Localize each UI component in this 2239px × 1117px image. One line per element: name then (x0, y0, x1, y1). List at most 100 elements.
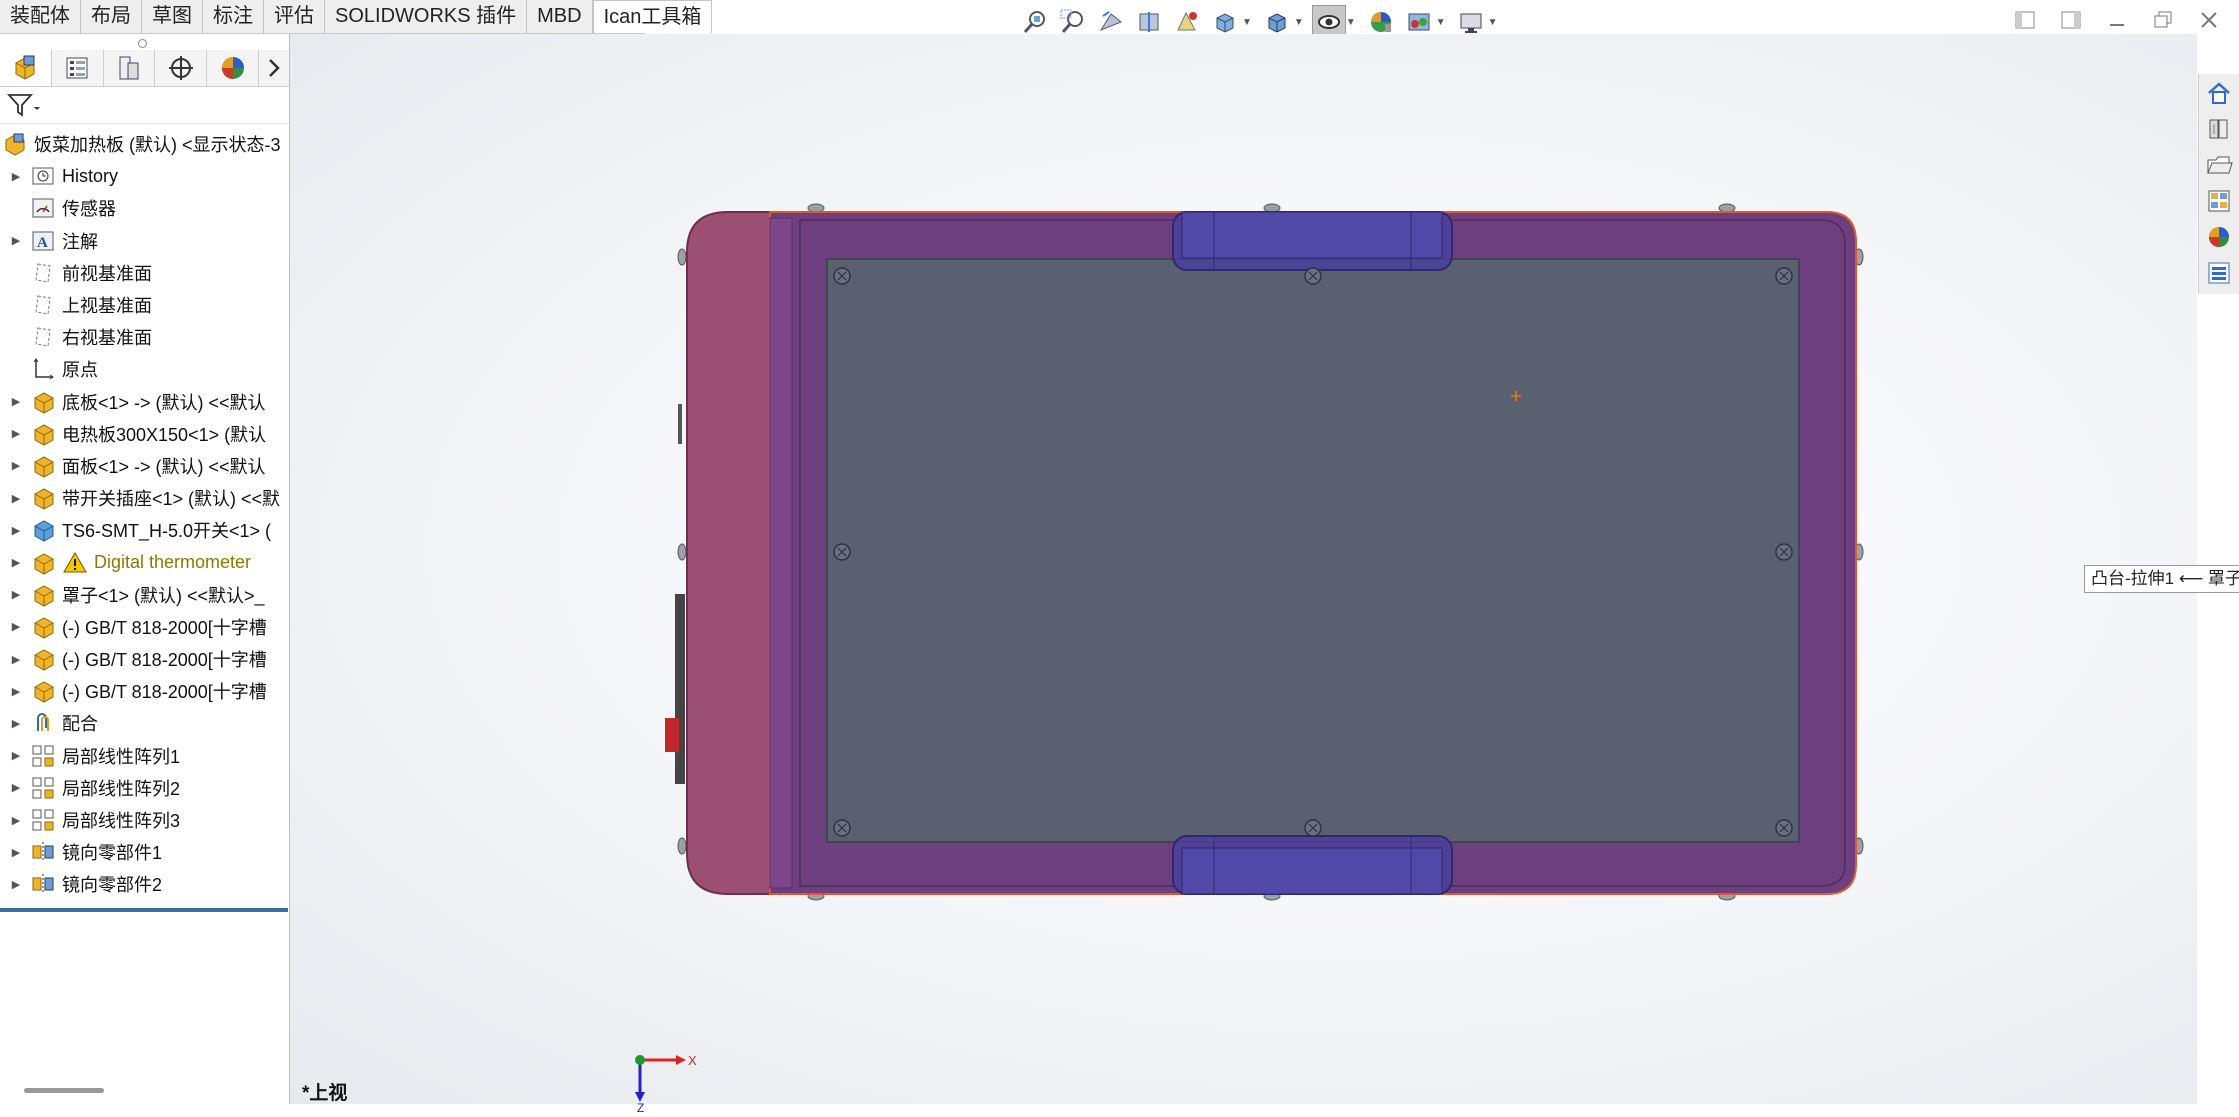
tab-1[interactable]: 布局 (81, 0, 142, 33)
file-explorer-icon[interactable] (2201, 148, 2237, 182)
tree-item[interactable]: ▶ A 注解 (0, 225, 289, 257)
configurationmanager-icon[interactable] (103, 50, 156, 86)
pattern-icon (30, 775, 56, 801)
expand-arrow-icon[interactable]: ▶ (10, 653, 22, 666)
tree-item-label: History (62, 165, 119, 186)
sensor-icon (30, 195, 56, 221)
tree-item[interactable]: ▶上视基准面 (0, 289, 289, 321)
top-handle (1172, 211, 1453, 271)
task-pane (2198, 74, 2239, 294)
tree-item[interactable]: ▶ 局部线性阵列1 (0, 740, 289, 772)
plane-icon (30, 324, 56, 350)
expand-arrow-icon[interactable]: ▶ (10, 749, 22, 762)
expand-arrow-icon[interactable]: ▶ (10, 846, 22, 859)
chevron-down-icon[interactable]: ▼ (1242, 17, 1252, 28)
dimxpert-icon[interactable] (155, 50, 208, 86)
expand-arrow-icon[interactable]: ▶ (10, 234, 22, 247)
part-icon (30, 485, 56, 511)
tree-filter[interactable] (0, 87, 289, 124)
tree-item[interactable]: ▶ 电热板300X150<1> (默认 (0, 418, 289, 450)
tree-item[interactable]: ▶ (-) GB/T 818-2000[十字槽 (0, 643, 289, 675)
tab-4[interactable]: 评估 (264, 0, 325, 33)
chevron-down-icon[interactable]: ▼ (1346, 17, 1356, 28)
chevron-down-icon[interactable]: ▼ (1488, 17, 1498, 28)
filter-icon[interactable] (6, 91, 40, 119)
tree-item[interactable]: ▶ History (0, 160, 289, 192)
panel-splitter[interactable] (0, 34, 289, 50)
appearances-icon[interactable] (2201, 220, 2237, 254)
expand-arrow-icon[interactable]: ▶ (10, 395, 22, 408)
design-library-icon[interactable] (2201, 112, 2237, 146)
history-icon (30, 163, 56, 189)
tree-item[interactable]: ▶ 局部线性阵列2 (0, 772, 289, 804)
expand-arrow-icon[interactable]: ▶ (10, 524, 22, 537)
tab-3[interactable]: 标注 (203, 0, 264, 33)
horizontal-scrollbar[interactable] (24, 1088, 104, 1093)
expand-arrow-icon[interactable]: ▶ (10, 459, 22, 472)
chevron-down-icon[interactable]: ▼ (1294, 17, 1304, 28)
expand-arrow-icon[interactable]: ▶ (10, 492, 22, 505)
part-icon (30, 389, 56, 415)
tree-item[interactable]: ▶ 底板<1> -> (默认) <<默认 (0, 386, 289, 418)
heater-plate (826, 258, 1800, 843)
tree-item[interactable]: ▶原点 (0, 353, 289, 385)
tree-item[interactable]: ▶ 镜向零部件1 (0, 836, 289, 868)
tree-item[interactable]: ▶传感器 (0, 192, 289, 224)
custom-properties-icon[interactable] (2201, 256, 2237, 290)
tree-item-label: 底板<1> -> (默认) <<默认 (62, 392, 266, 413)
tree-item-label: 上视基准面 (62, 296, 152, 317)
displaymanager-icon[interactable] (207, 50, 260, 86)
tree-item[interactable]: ▶ 带开关插座<1> (默认) <<默 (0, 482, 289, 514)
assembly-model[interactable] (290, 34, 2197, 1104)
expand-arrow-icon[interactable]: ▶ (10, 556, 22, 569)
expand-arrow-icon[interactable]: ▶ (10, 620, 22, 633)
close-icon[interactable] (2195, 6, 2223, 34)
tree-item[interactable]: ▶ 面板<1> -> (默认) <<默认 (0, 450, 289, 482)
tree-item[interactable]: ▶ 镜向零部件2 (0, 868, 289, 900)
left-end-cap (686, 211, 771, 895)
propertymanager-icon[interactable] (51, 50, 104, 86)
expand-arrow-icon[interactable]: ▶ (10, 685, 22, 698)
minimize-icon[interactable] (2103, 6, 2131, 34)
expand-arrow-icon[interactable]: ▶ (10, 588, 22, 601)
tree-item[interactable]: ▶ (-) GB/T 818-2000[十字槽 (0, 611, 289, 643)
tree-item[interactable]: ▶ TS6-SMT_H-5.0开关<1> ( (0, 514, 289, 546)
origin-icon (30, 356, 56, 382)
assembly-icon (2, 131, 28, 157)
splitter-handle-icon[interactable] (138, 39, 147, 48)
tree-item[interactable]: ▶前视基准面 (0, 257, 289, 289)
expand-arrow-icon[interactable]: ▶ (10, 781, 22, 794)
expand-arrow-icon[interactable]: ▶ (10, 814, 22, 827)
tile-right-icon[interactable] (2057, 6, 2085, 34)
tree-item[interactable]: ▶ 配合 (0, 707, 289, 739)
rollback-bar[interactable] (0, 908, 288, 912)
chevron-down-icon[interactable]: ▼ (1436, 17, 1446, 28)
tree-root[interactable]: 饭菜加热板 (默认) <显示状态-3 (0, 128, 289, 160)
expand-arrow-icon[interactable]: ▶ (10, 170, 22, 183)
tab-7[interactable]: Ican工具箱 (592, 0, 713, 33)
expand-arrow-icon[interactable]: ▶ (10, 717, 22, 730)
expand-arrow-icon[interactable]: ▶ (10, 427, 22, 440)
tab-0[interactable]: 装配体 (0, 0, 81, 33)
tree-item[interactable]: ▶右视基准面 (0, 321, 289, 353)
tree-item[interactable]: ▶ 罩子<1> (默认) <<默认>_ (0, 579, 289, 611)
pattern-icon (30, 743, 56, 769)
home-icon[interactable] (2201, 76, 2237, 110)
tree-item[interactable]: ▶ (-) GB/T 818-2000[十字槽 (0, 675, 289, 707)
tree-item-label: 镜向零部件2 (62, 875, 163, 896)
graphics-area[interactable]: 凸台-拉伸1 ⟵ 罩子<1> X Z (290, 34, 2239, 1115)
tab-5[interactable]: SOLIDWORKS 插件 (325, 0, 528, 33)
restore-icon[interactable] (2149, 6, 2177, 34)
tree-item-label: 局部线性阵列3 (62, 811, 181, 832)
tile-left-icon[interactable] (2011, 6, 2039, 34)
featuremanager-icon[interactable] (0, 50, 52, 86)
chevron-right-icon[interactable] (259, 50, 289, 86)
command-manager-tabs: 装配体 布局 草图 标注 评估 SOLIDWORKS 插件 MBD Ican工具箱 (0, 0, 713, 34)
tree-item[interactable]: ▶ 局部线性阵列3 (0, 804, 289, 836)
tree-item[interactable]: ▶ Digital thermometer (0, 546, 289, 578)
expand-arrow-icon[interactable]: ▶ (10, 878, 22, 891)
tab-2[interactable]: 草图 (142, 0, 203, 33)
view-palette-icon[interactable] (2201, 184, 2237, 218)
tab-6[interactable]: MBD (527, 0, 593, 33)
red-switch (665, 718, 679, 752)
